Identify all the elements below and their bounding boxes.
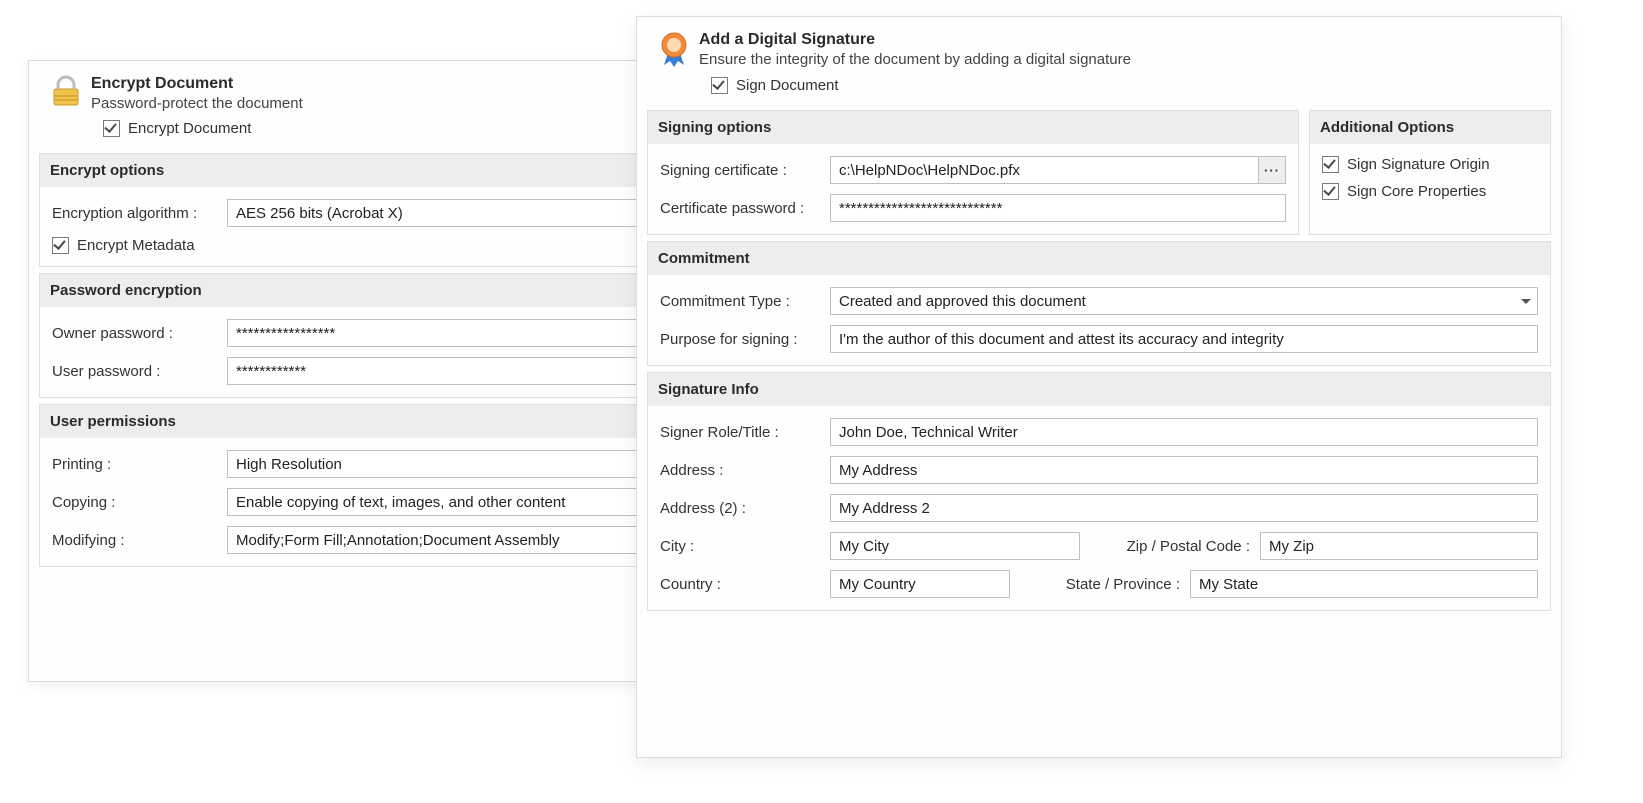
country-field[interactable]: My Country xyxy=(830,570,1010,598)
encrypt-title: Encrypt Document xyxy=(91,75,303,93)
address2-label: Address (2) : xyxy=(660,500,830,517)
modifying-label: Modifying : xyxy=(52,532,227,549)
signer-role-label: Signer Role/Title : xyxy=(660,424,830,441)
zip-field[interactable]: My Zip xyxy=(1260,532,1538,560)
signing-options-title: Signing options xyxy=(648,111,1298,144)
encrypt-document-checkbox[interactable] xyxy=(103,120,120,137)
certificate-password-label: Certificate password : xyxy=(660,200,830,217)
lock-icon xyxy=(45,73,87,109)
copying-label: Copying : xyxy=(52,494,227,511)
signing-certificate-field[interactable]: c:\HelpNDoc\HelpNDoc.pfx xyxy=(830,156,1258,184)
browse-certificate-button[interactable]: ··· xyxy=(1258,156,1286,184)
additional-options-title: Additional Options xyxy=(1310,111,1550,144)
address2-field[interactable]: My Address 2 xyxy=(830,494,1538,522)
encryption-algorithm-label: Encryption algorithm : xyxy=(52,205,227,222)
sign-document-checkbox[interactable] xyxy=(711,77,728,94)
chevron-down-icon xyxy=(1521,299,1531,304)
purpose-field[interactable]: I'm the author of this document and atte… xyxy=(830,325,1538,353)
address-field[interactable]: My Address xyxy=(830,456,1538,484)
encrypt-subtitle: Password-protect the document xyxy=(91,95,303,112)
owner-password-label: Owner password : xyxy=(52,325,227,342)
user-password-label: User password : xyxy=(52,363,227,380)
commitment-title: Commitment xyxy=(648,242,1550,275)
signature-panel: Add a Digital Signature Ensure the integ… xyxy=(636,16,1562,758)
sign-core-properties-checkbox[interactable] xyxy=(1322,183,1339,200)
address-label: Address : xyxy=(660,462,830,479)
commitment-type-label: Commitment Type : xyxy=(660,293,830,310)
signing-certificate-label: Signing certificate : xyxy=(660,162,830,179)
encrypt-metadata-label: Encrypt Metadata xyxy=(77,237,195,254)
state-label: State / Province : xyxy=(1030,576,1190,593)
sign-signature-origin-label: Sign Signature Origin xyxy=(1347,156,1490,173)
zip-label: Zip / Postal Code : xyxy=(1100,538,1260,555)
commitment-type-value: Created and approved this document xyxy=(839,293,1086,310)
signature-header: Add a Digital Signature Ensure the integ… xyxy=(637,17,1561,75)
state-field[interactable]: My State xyxy=(1190,570,1538,598)
signing-options-group: Signing options Signing certificate : c:… xyxy=(647,110,1299,235)
certificate-password-field[interactable]: **************************** xyxy=(830,194,1286,222)
sign-document-checkbox-label: Sign Document xyxy=(736,77,839,94)
signer-role-field[interactable]: John Doe, Technical Writer xyxy=(830,418,1538,446)
commitment-group: Commitment Commitment Type : Created and… xyxy=(647,241,1551,366)
commitment-type-select[interactable]: Created and approved this document xyxy=(830,287,1538,315)
printing-label: Printing : xyxy=(52,456,227,473)
purpose-label: Purpose for signing : xyxy=(660,331,830,348)
signature-info-group: Signature Info Signer Role/Title : John … xyxy=(647,372,1551,611)
sign-signature-origin-checkbox[interactable] xyxy=(1322,156,1339,173)
country-label: Country : xyxy=(660,576,830,593)
signature-info-title: Signature Info xyxy=(648,373,1550,406)
encrypt-metadata-checkbox[interactable] xyxy=(52,237,69,254)
city-field[interactable]: My City xyxy=(830,532,1080,560)
encrypt-document-checkbox-label: Encrypt Document xyxy=(128,120,251,137)
signature-subtitle: Ensure the integrity of the document by … xyxy=(699,51,1131,68)
additional-options-group: Additional Options Sign Signature Origin… xyxy=(1309,110,1551,235)
ribbon-icon xyxy=(653,29,695,69)
signature-title: Add a Digital Signature xyxy=(699,31,1131,49)
city-label: City : xyxy=(660,538,830,555)
sign-core-properties-label: Sign Core Properties xyxy=(1347,183,1486,200)
